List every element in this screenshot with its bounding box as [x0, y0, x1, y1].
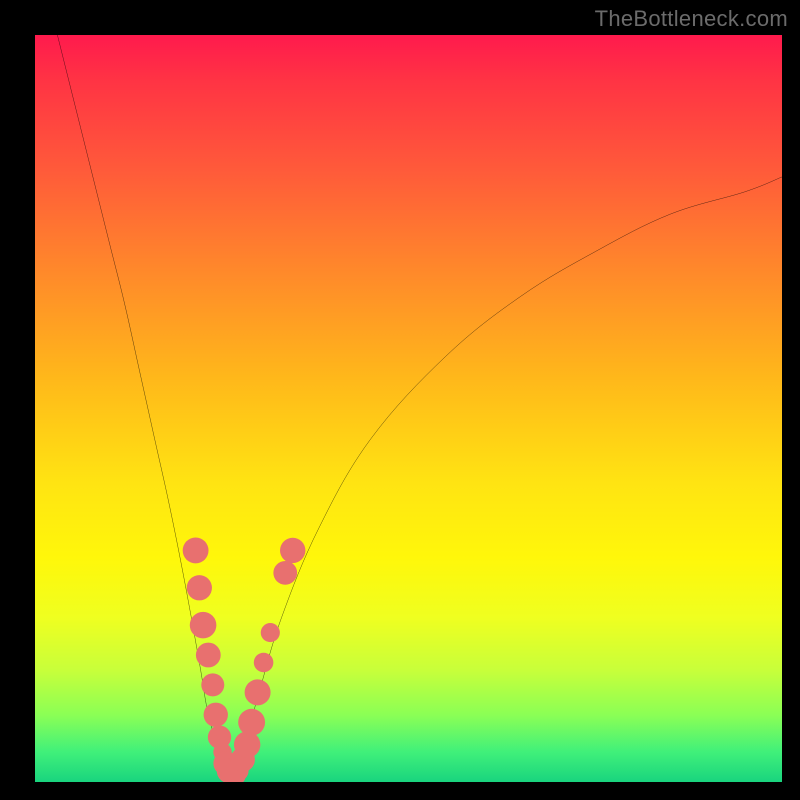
highlight-dot [183, 538, 209, 564]
highlight-dot [201, 673, 224, 696]
curve-right [229, 177, 782, 782]
highlight-dot [254, 653, 274, 673]
highlight-dot [273, 561, 297, 585]
watermark-label: TheBottleneck.com [595, 6, 788, 32]
highlight-dot [280, 538, 305, 563]
highlight-dot [245, 679, 271, 705]
highlight-dot [190, 612, 217, 639]
highlight-dot [187, 575, 212, 600]
plot-area [35, 35, 782, 782]
highlight-dots [183, 538, 306, 782]
highlight-dot [238, 709, 265, 736]
highlight-dot [261, 623, 280, 642]
curve-left [57, 35, 229, 782]
highlight-dot [234, 731, 260, 757]
chart-svg [35, 35, 782, 782]
chart-frame: TheBottleneck.com [0, 0, 800, 800]
highlight-dot [204, 703, 228, 727]
highlight-dot [196, 643, 221, 668]
